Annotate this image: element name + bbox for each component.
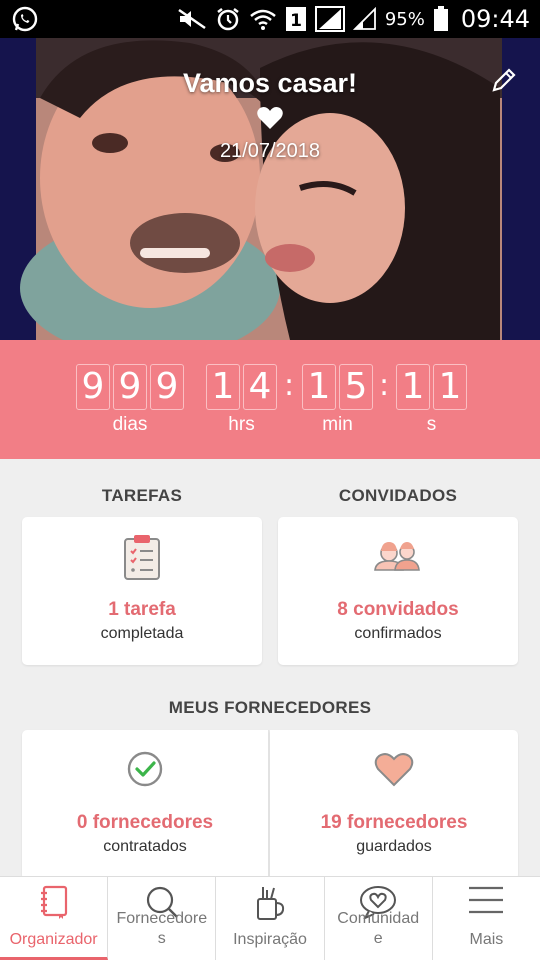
craft-tools-icon xyxy=(257,887,285,920)
guests-card[interactable]: 8 convidados confirmados xyxy=(278,517,518,665)
guests-couple-icon xyxy=(374,542,420,571)
guests-heading: CONVIDADOS xyxy=(338,486,458,505)
check-circle-icon xyxy=(127,751,163,787)
notebook-icon xyxy=(40,885,67,919)
mute-icon xyxy=(178,8,206,30)
tasks-card[interactable]: 1 tarefa completada xyxy=(22,517,262,665)
menu-icon xyxy=(469,886,504,914)
battery-icon xyxy=(433,6,448,31)
minutes-digit: 1 xyxy=(302,364,336,410)
hours-digit: 1 xyxy=(206,364,240,410)
countdown-panel: 9 9 9 1 4 : 1 5 : 1 1 dias hrs min s xyxy=(0,340,540,459)
wedding-title: Vamos casar! xyxy=(182,68,358,98)
status-clock: 09:44 xyxy=(460,5,530,33)
hours-digit: 4 xyxy=(243,364,277,410)
saved-suppliers-count: 19 fornecedores xyxy=(320,812,468,833)
hired-suppliers-card[interactable]: 0 fornecedores contratados xyxy=(22,730,269,880)
suppliers-heading: MEUS FORNECEDORES xyxy=(168,698,372,717)
nav-item-mais[interactable]: Mais xyxy=(433,877,540,960)
nav-item-fornecedores[interactable]: Fornecedore s xyxy=(108,877,217,960)
checklist-clipboard-icon xyxy=(124,535,160,580)
whatsapp-icon xyxy=(12,6,38,32)
heart-icon xyxy=(257,107,283,129)
hired-suppliers-count: 0 fornecedores xyxy=(76,812,214,833)
hours-label: hrs xyxy=(228,414,255,435)
days-digit: 9 xyxy=(76,364,110,410)
signal-icon xyxy=(314,6,345,32)
status-bar: 1 95% 09:44 xyxy=(0,0,540,38)
alarm-icon xyxy=(217,8,239,31)
nav-item-organizador[interactable]: Organizador xyxy=(0,877,109,960)
hired-suppliers-status: contratados xyxy=(103,838,187,855)
nav-label: Fornecedore s xyxy=(116,910,208,947)
seconds-label: s xyxy=(426,414,437,435)
saved-suppliers-card[interactable]: 19 fornecedores guardados xyxy=(270,730,518,880)
battery-percent: 95% xyxy=(384,8,425,30)
seconds-digit: 1 xyxy=(433,364,467,410)
guests-count: 8 convidados xyxy=(337,599,459,620)
minutes-digit: 5 xyxy=(339,364,373,410)
sim-slot-label: 1 xyxy=(290,11,302,31)
seconds-digit: 1 xyxy=(396,364,430,410)
wedding-date: 21/07/2018 xyxy=(219,140,321,162)
tasks-status: completada xyxy=(100,625,184,642)
time-separator: : xyxy=(379,368,390,403)
tasks-count: 1 tarefa xyxy=(108,599,176,620)
tasks-heading: TAREFAS xyxy=(101,486,183,505)
days-label: dias xyxy=(112,414,148,435)
nav-label: Comunidad e xyxy=(337,910,420,947)
couple-photo-header: Vamos casar! 21/07/2018 xyxy=(0,38,540,340)
saved-suppliers-status: guardados xyxy=(356,838,432,855)
signal-weak-icon xyxy=(352,7,376,30)
nav-label: Mais xyxy=(469,931,504,948)
nav-label: Organizador xyxy=(9,931,98,948)
edit-pencil-icon[interactable] xyxy=(490,66,518,94)
days-digit: 9 xyxy=(113,364,147,410)
time-separator: : xyxy=(284,368,295,403)
nav-item-inspiracao[interactable]: Inspiração xyxy=(216,877,325,960)
nav-label: Inspiração xyxy=(233,931,307,948)
nav-item-comunidade[interactable]: Comunidad e xyxy=(325,877,433,960)
minutes-label: min xyxy=(322,414,353,435)
heart-icon xyxy=(374,753,414,787)
sim-card-icon: 1 xyxy=(285,7,306,31)
days-digit: 9 xyxy=(150,364,184,410)
wifi-icon xyxy=(250,9,276,30)
guests-status: confirmados xyxy=(354,625,442,642)
bottom-navigation: Organizador Fornecedore s Inspiração Comu… xyxy=(0,876,540,960)
